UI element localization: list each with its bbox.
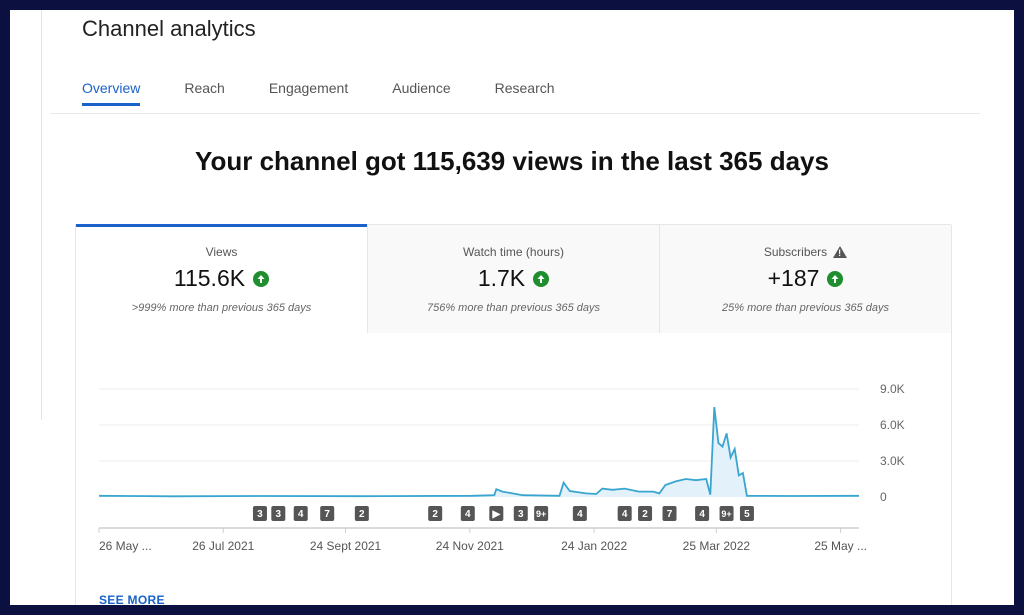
- views-chart[interactable]: 9.0K 6.0K 3.0K 0 26 May ... 26 Jul 2021 24 Sep…: [10, 10, 1014, 605]
- marker-label: 3: [276, 509, 282, 520]
- marker-label: 4: [622, 509, 628, 520]
- marker-label: 4: [298, 509, 304, 520]
- annotation-marker[interactable]: 2: [428, 506, 443, 521]
- page: Channel analytics Overview Reach Engagem…: [10, 10, 1014, 605]
- annotation-marker[interactable]: 3: [271, 506, 286, 521]
- annotation-marker[interactable]: 3: [513, 506, 528, 521]
- marker-label: 2: [432, 509, 438, 520]
- annotation-marker[interactable]: 2: [354, 506, 369, 521]
- x-tick-label: 25 Mar 2022: [683, 539, 751, 553]
- y-tick-label: 0: [880, 490, 887, 504]
- x-tick-label: 26 May ...: [99, 539, 152, 553]
- see-more-link[interactable]: SEE MORE: [99, 593, 165, 605]
- marker-label: 4: [465, 509, 471, 520]
- views-line: [98, 406, 860, 498]
- x-tick-label: 26 Jul 2021: [192, 539, 254, 553]
- annotation-marker[interactable]: 4: [695, 506, 710, 521]
- marker-label: 7: [324, 509, 330, 520]
- annotation-marker[interactable]: ▶: [489, 506, 504, 521]
- marker-label: 7: [667, 509, 673, 520]
- annotation-marker[interactable]: 4: [572, 506, 587, 521]
- marker-label: 9+: [536, 509, 546, 519]
- annotation-marker[interactable]: 9+: [534, 506, 549, 521]
- marker-label: 2: [642, 509, 648, 520]
- marker-label: 9+: [721, 509, 731, 519]
- overview-panel: Views 115.6K >999% more than previous 36…: [75, 224, 952, 605]
- annotation-marker[interactable]: 3: [252, 506, 267, 521]
- marker-label: 4: [699, 509, 705, 520]
- marker-label: 3: [257, 509, 263, 520]
- y-tick-label: 6.0K: [880, 418, 905, 432]
- marker-label: 2: [359, 509, 365, 520]
- annotation-marker[interactable]: 4: [293, 506, 308, 521]
- annotation-marker[interactable]: 2: [638, 506, 653, 521]
- annotation-marker[interactable]: 9+: [719, 506, 734, 521]
- x-tick-label: 24 Sept 2021: [310, 539, 382, 553]
- marker-label: 3: [518, 509, 524, 520]
- annotation-marker[interactable]: 5: [739, 506, 754, 521]
- marker-label: ▶: [491, 509, 501, 520]
- marker-label: 5: [744, 509, 750, 520]
- y-tick-label: 9.0K: [880, 382, 905, 396]
- annotation-marker[interactable]: 7: [662, 506, 677, 521]
- annotation-marker[interactable]: 7: [320, 506, 335, 521]
- marker-label: 4: [577, 509, 583, 520]
- annotation-marker[interactable]: 4: [617, 506, 632, 521]
- x-tick-label: 24 Jan 2022: [561, 539, 627, 553]
- annotation-marker[interactable]: 4: [460, 506, 475, 521]
- x-tick-label: 25 May ...: [814, 539, 867, 553]
- x-tick-label: 24 Nov 2021: [436, 539, 504, 553]
- y-tick-label: 3.0K: [880, 454, 905, 468]
